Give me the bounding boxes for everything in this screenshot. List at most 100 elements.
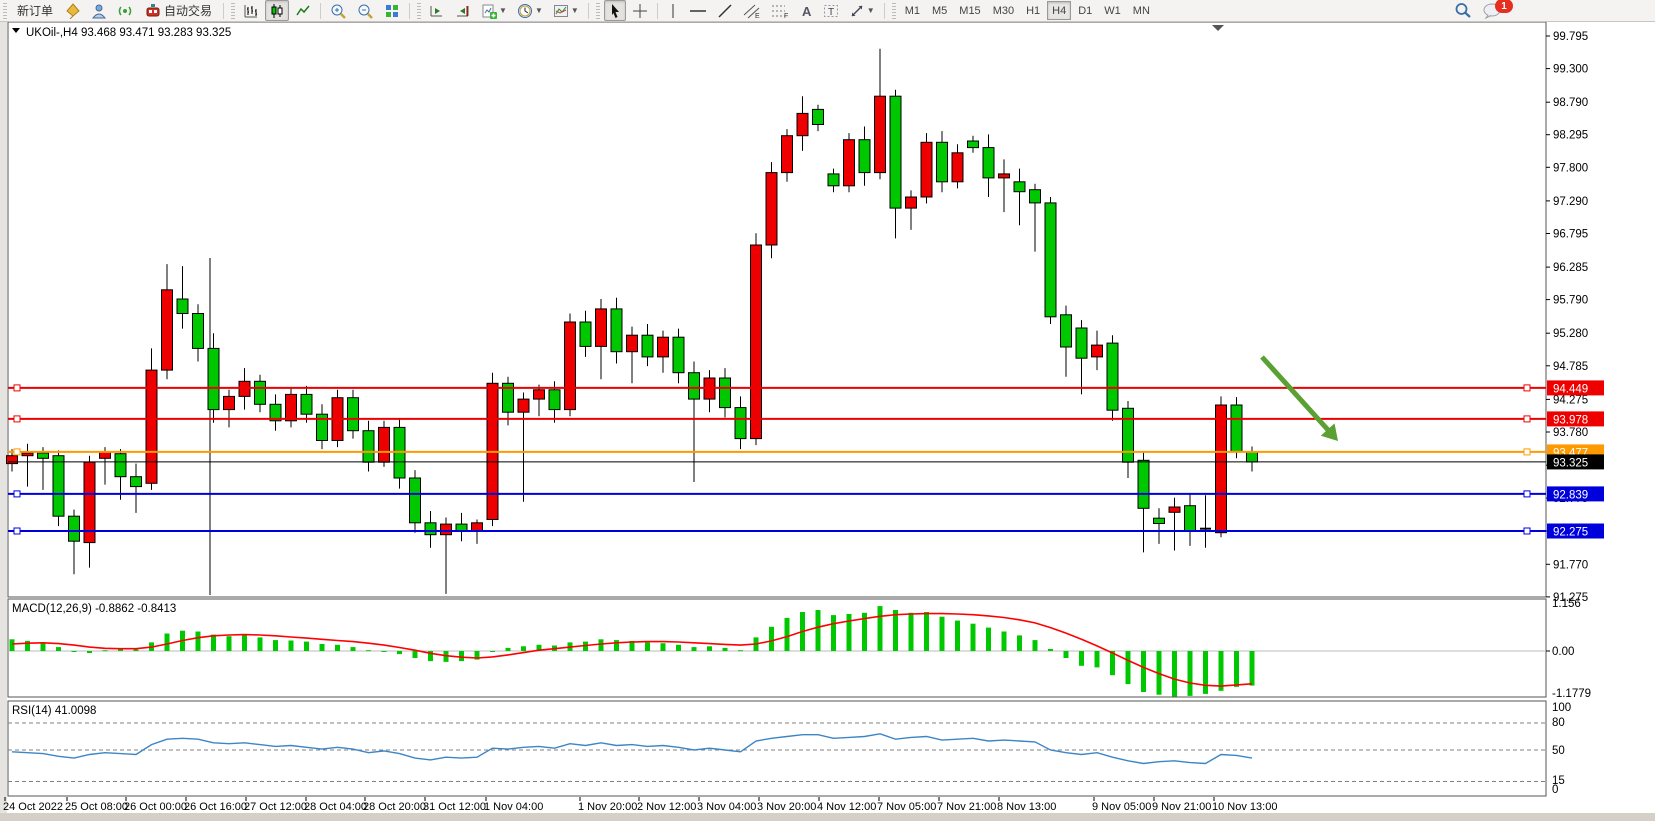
cursor-tool[interactable] — [604, 0, 626, 21]
macd-bar — [676, 645, 681, 651]
candle-body — [1030, 190, 1041, 203]
candle — [766, 162, 777, 258]
candle-body — [596, 309, 607, 347]
fibonacci-tool[interactable]: F — [767, 0, 793, 21]
tf-button-M30[interactable]: M30 — [988, 1, 1019, 20]
hline-handle[interactable] — [1524, 491, 1530, 497]
tf-button-M1[interactable]: M1 — [900, 1, 925, 20]
hline-handle[interactable] — [14, 528, 20, 534]
chart-area[interactable]: 99.79599.30098.79098.29597.80097.29096.7… — [0, 0, 1655, 821]
equidistant-channel-tool[interactable]: E — [739, 0, 765, 21]
candle-body — [193, 314, 204, 349]
macd-bar — [1250, 651, 1255, 686]
hline-handle[interactable] — [14, 449, 20, 455]
vertical-line-tool[interactable] — [663, 0, 683, 21]
line-chart-icon[interactable] — [291, 0, 315, 21]
mql5-icon[interactable] — [61, 0, 85, 21]
hline-handle[interactable] — [1524, 385, 1530, 391]
price-tick-label: 97.800 — [1553, 162, 1588, 174]
horizontal-line-tool[interactable] — [685, 0, 711, 21]
macd-bar — [769, 627, 774, 651]
candle-body — [1138, 460, 1149, 508]
candle-body — [890, 96, 901, 208]
candle-body — [549, 390, 560, 410]
toolbar-grip[interactable] — [231, 3, 235, 19]
new-chart-button[interactable]: ▼ — [477, 0, 511, 21]
candlestick-chart-icon[interactable] — [265, 0, 289, 21]
window-bottom-edge — [0, 813, 1655, 821]
candle-body — [472, 523, 483, 531]
templates-button[interactable]: ▼ — [549, 0, 583, 21]
candle — [1045, 197, 1056, 324]
candle-body — [565, 322, 576, 410]
candle — [751, 233, 762, 445]
tile-windows-icon[interactable] — [380, 0, 404, 21]
price-tick-label: 91.770 — [1553, 559, 1588, 571]
time-label: 27 Oct 12:00 — [244, 801, 307, 813]
price-tick-label: 96.285 — [1553, 262, 1588, 274]
auto-scroll-icon[interactable] — [425, 0, 449, 21]
autotrading-button[interactable]: 自动交易 — [139, 0, 218, 21]
hline-handle[interactable] — [14, 416, 20, 422]
new-order-button[interactable]: 新订单 — [11, 0, 59, 21]
candle-body — [208, 348, 219, 409]
arrows-tool[interactable]: ▼ — [845, 0, 879, 21]
macd-label: MACD(12,26,9) -0.8862 -0.8413 — [12, 603, 176, 615]
price-tick-label: 97.290 — [1553, 196, 1588, 208]
macd-bar — [258, 637, 263, 651]
hline-handle[interactable] — [1524, 449, 1530, 455]
macd-bar — [165, 634, 170, 652]
macd-bar — [1172, 651, 1177, 697]
svg-text:E: E — [755, 13, 760, 19]
candle-body — [859, 140, 870, 173]
text-tool[interactable]: A — [795, 0, 817, 21]
hline-price-label-text: 94.449 — [1553, 383, 1588, 395]
toolbar-grip[interactable] — [892, 3, 896, 19]
time-label: 26 Oct 00:00 — [124, 801, 187, 813]
zoom-out-icon[interactable] — [353, 0, 378, 21]
toolbar-grip[interactable] — [596, 3, 600, 19]
macd-bar — [1219, 651, 1224, 691]
candle-body — [580, 322, 591, 346]
svg-text:F: F — [784, 13, 788, 19]
chevron-down-icon: ▼ — [499, 6, 507, 15]
time-label: 1 Nov 20:00 — [578, 801, 637, 813]
chart-shift-icon[interactable] — [451, 0, 475, 21]
signals-icon[interactable] — [113, 0, 137, 21]
tf-button-M15[interactable]: M15 — [954, 1, 985, 20]
bar-chart-icon[interactable] — [239, 0, 263, 21]
time-label: 28 Oct 04:00 — [304, 801, 367, 813]
candle-body — [38, 453, 49, 458]
tf-button-H4[interactable]: H4 — [1047, 1, 1071, 20]
periods-button[interactable]: ▼ — [513, 0, 547, 21]
candle — [1216, 396, 1227, 537]
rsi-axis-label: 80 — [1552, 717, 1565, 729]
macd-bar — [599, 639, 604, 651]
tf-button-D1[interactable]: D1 — [1073, 1, 1097, 20]
hline-handle[interactable] — [14, 491, 20, 497]
hline-handle[interactable] — [1524, 528, 1530, 534]
candle-body — [53, 456, 64, 517]
trendline-tool[interactable] — [713, 0, 737, 21]
crosshair-tool[interactable] — [628, 0, 652, 21]
community-icon[interactable] — [87, 0, 111, 21]
toolbar-grip[interactable] — [3, 3, 7, 19]
candle-body — [673, 337, 684, 373]
macd-bar — [816, 610, 821, 651]
tf-button-W1[interactable]: W1 — [1099, 1, 1126, 20]
tf-button-M5[interactable]: M5 — [927, 1, 952, 20]
macd-bar — [986, 628, 991, 651]
notifications-icon[interactable]: 1 — [1478, 0, 1506, 21]
macd-bar — [397, 651, 402, 654]
zoom-in-icon[interactable] — [326, 0, 351, 21]
search-icon[interactable] — [1450, 0, 1476, 21]
macd-bar — [506, 648, 511, 651]
time-label: 7 Nov 21:00 — [937, 801, 996, 813]
tf-button-MN[interactable]: MN — [1128, 1, 1155, 20]
hline-handle[interactable] — [14, 385, 20, 391]
text-label-tool[interactable]: T — [819, 0, 843, 21]
candle-body — [782, 136, 793, 173]
toolbar-grip[interactable] — [417, 3, 421, 19]
hline-handle[interactable] — [1524, 416, 1530, 422]
tf-button-H1[interactable]: H1 — [1021, 1, 1045, 20]
